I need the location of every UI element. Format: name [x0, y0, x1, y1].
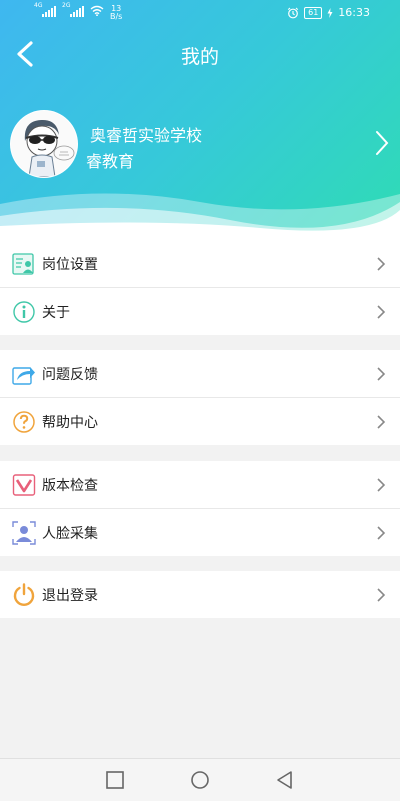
profile-card[interactable]: 奥睿哲实验学校 睿教育 — [0, 110, 400, 180]
signal-icon: 2G — [62, 2, 84, 17]
share-arrow-icon — [12, 367, 35, 385]
version-check-icon — [12, 474, 36, 496]
menu-item-label: 退出登录 — [42, 588, 98, 604]
menu-item-feedback[interactable]: 问题反馈 — [0, 350, 400, 397]
system-navigation-bar — [0, 758, 400, 801]
cartoon-avatar-icon — [11, 111, 77, 177]
menu-section: 岗位设置 关于 — [0, 240, 400, 335]
signal-icon: 4G — [34, 2, 56, 17]
network-speed: 13 B/s — [110, 5, 122, 21]
avatar[interactable] — [10, 110, 78, 178]
page-title: 我的 — [180, 46, 219, 68]
info-icon — [13, 301, 35, 323]
profile-header: 4G 2G 13 B/s 61 16:33 我的 奥睿哲实验学校 睿教育 — [0, 0, 400, 240]
back-icon[interactable] — [274, 769, 296, 791]
alarm-icon — [287, 7, 299, 18]
wave-decoration — [0, 193, 400, 240]
chevron-right-icon — [377, 257, 386, 271]
face-capture-icon — [12, 521, 36, 545]
menu-item-version-check[interactable]: 版本检查 — [0, 461, 400, 508]
menu-item-label: 版本检查 — [42, 478, 98, 494]
menu-item-label: 帮助中心 — [42, 415, 98, 431]
battery-icon: 61 — [304, 6, 323, 19]
menu-item-face-capture[interactable]: 人脸采集 — [0, 508, 400, 556]
menu-item-about[interactable]: 关于 — [0, 287, 400, 335]
speed-unit: B/s — [110, 12, 123, 21]
menu-section: 退出登录 — [0, 571, 400, 618]
menu-item-label: 关于 — [42, 305, 70, 321]
chevron-right-icon — [377, 305, 386, 319]
menu-item-help-center[interactable]: 帮助中心 — [0, 397, 400, 445]
menu-item-label: 问题反馈 — [42, 367, 98, 383]
menu-item-label: 人脸采集 — [42, 526, 98, 542]
power-icon — [13, 583, 35, 606]
status-bar: 4G 2G 13 B/s 61 16:33 — [0, 0, 400, 26]
clock-time: 16:33 — [338, 6, 370, 19]
chevron-right-icon — [377, 415, 386, 429]
organization-name: 睿教育 — [86, 152, 135, 171]
chevron-right-icon — [377, 478, 386, 492]
job-settings-icon — [12, 253, 34, 275]
menu-item-label: 岗位设置 — [42, 257, 98, 273]
charging-icon — [327, 7, 333, 18]
school-name: 奥睿哲实验学校 — [90, 126, 203, 145]
menu-section: 问题反馈 帮助中心 — [0, 350, 400, 445]
network-type: 4G — [34, 2, 43, 9]
question-icon — [13, 411, 35, 433]
menu-item-logout[interactable]: 退出登录 — [0, 571, 400, 618]
home-icon[interactable] — [189, 769, 211, 791]
chevron-right-icon — [377, 526, 386, 540]
menu-item-job-settings[interactable]: 岗位设置 — [0, 240, 400, 287]
wifi-icon — [90, 5, 104, 16]
chevron-right-icon — [377, 588, 386, 602]
network-type: 2G — [62, 2, 71, 9]
recent-apps-icon[interactable] — [104, 769, 126, 791]
chevron-right-icon[interactable] — [372, 128, 392, 158]
chevron-right-icon — [377, 367, 386, 381]
menu-section: 版本检查 人脸采集 — [0, 461, 400, 556]
